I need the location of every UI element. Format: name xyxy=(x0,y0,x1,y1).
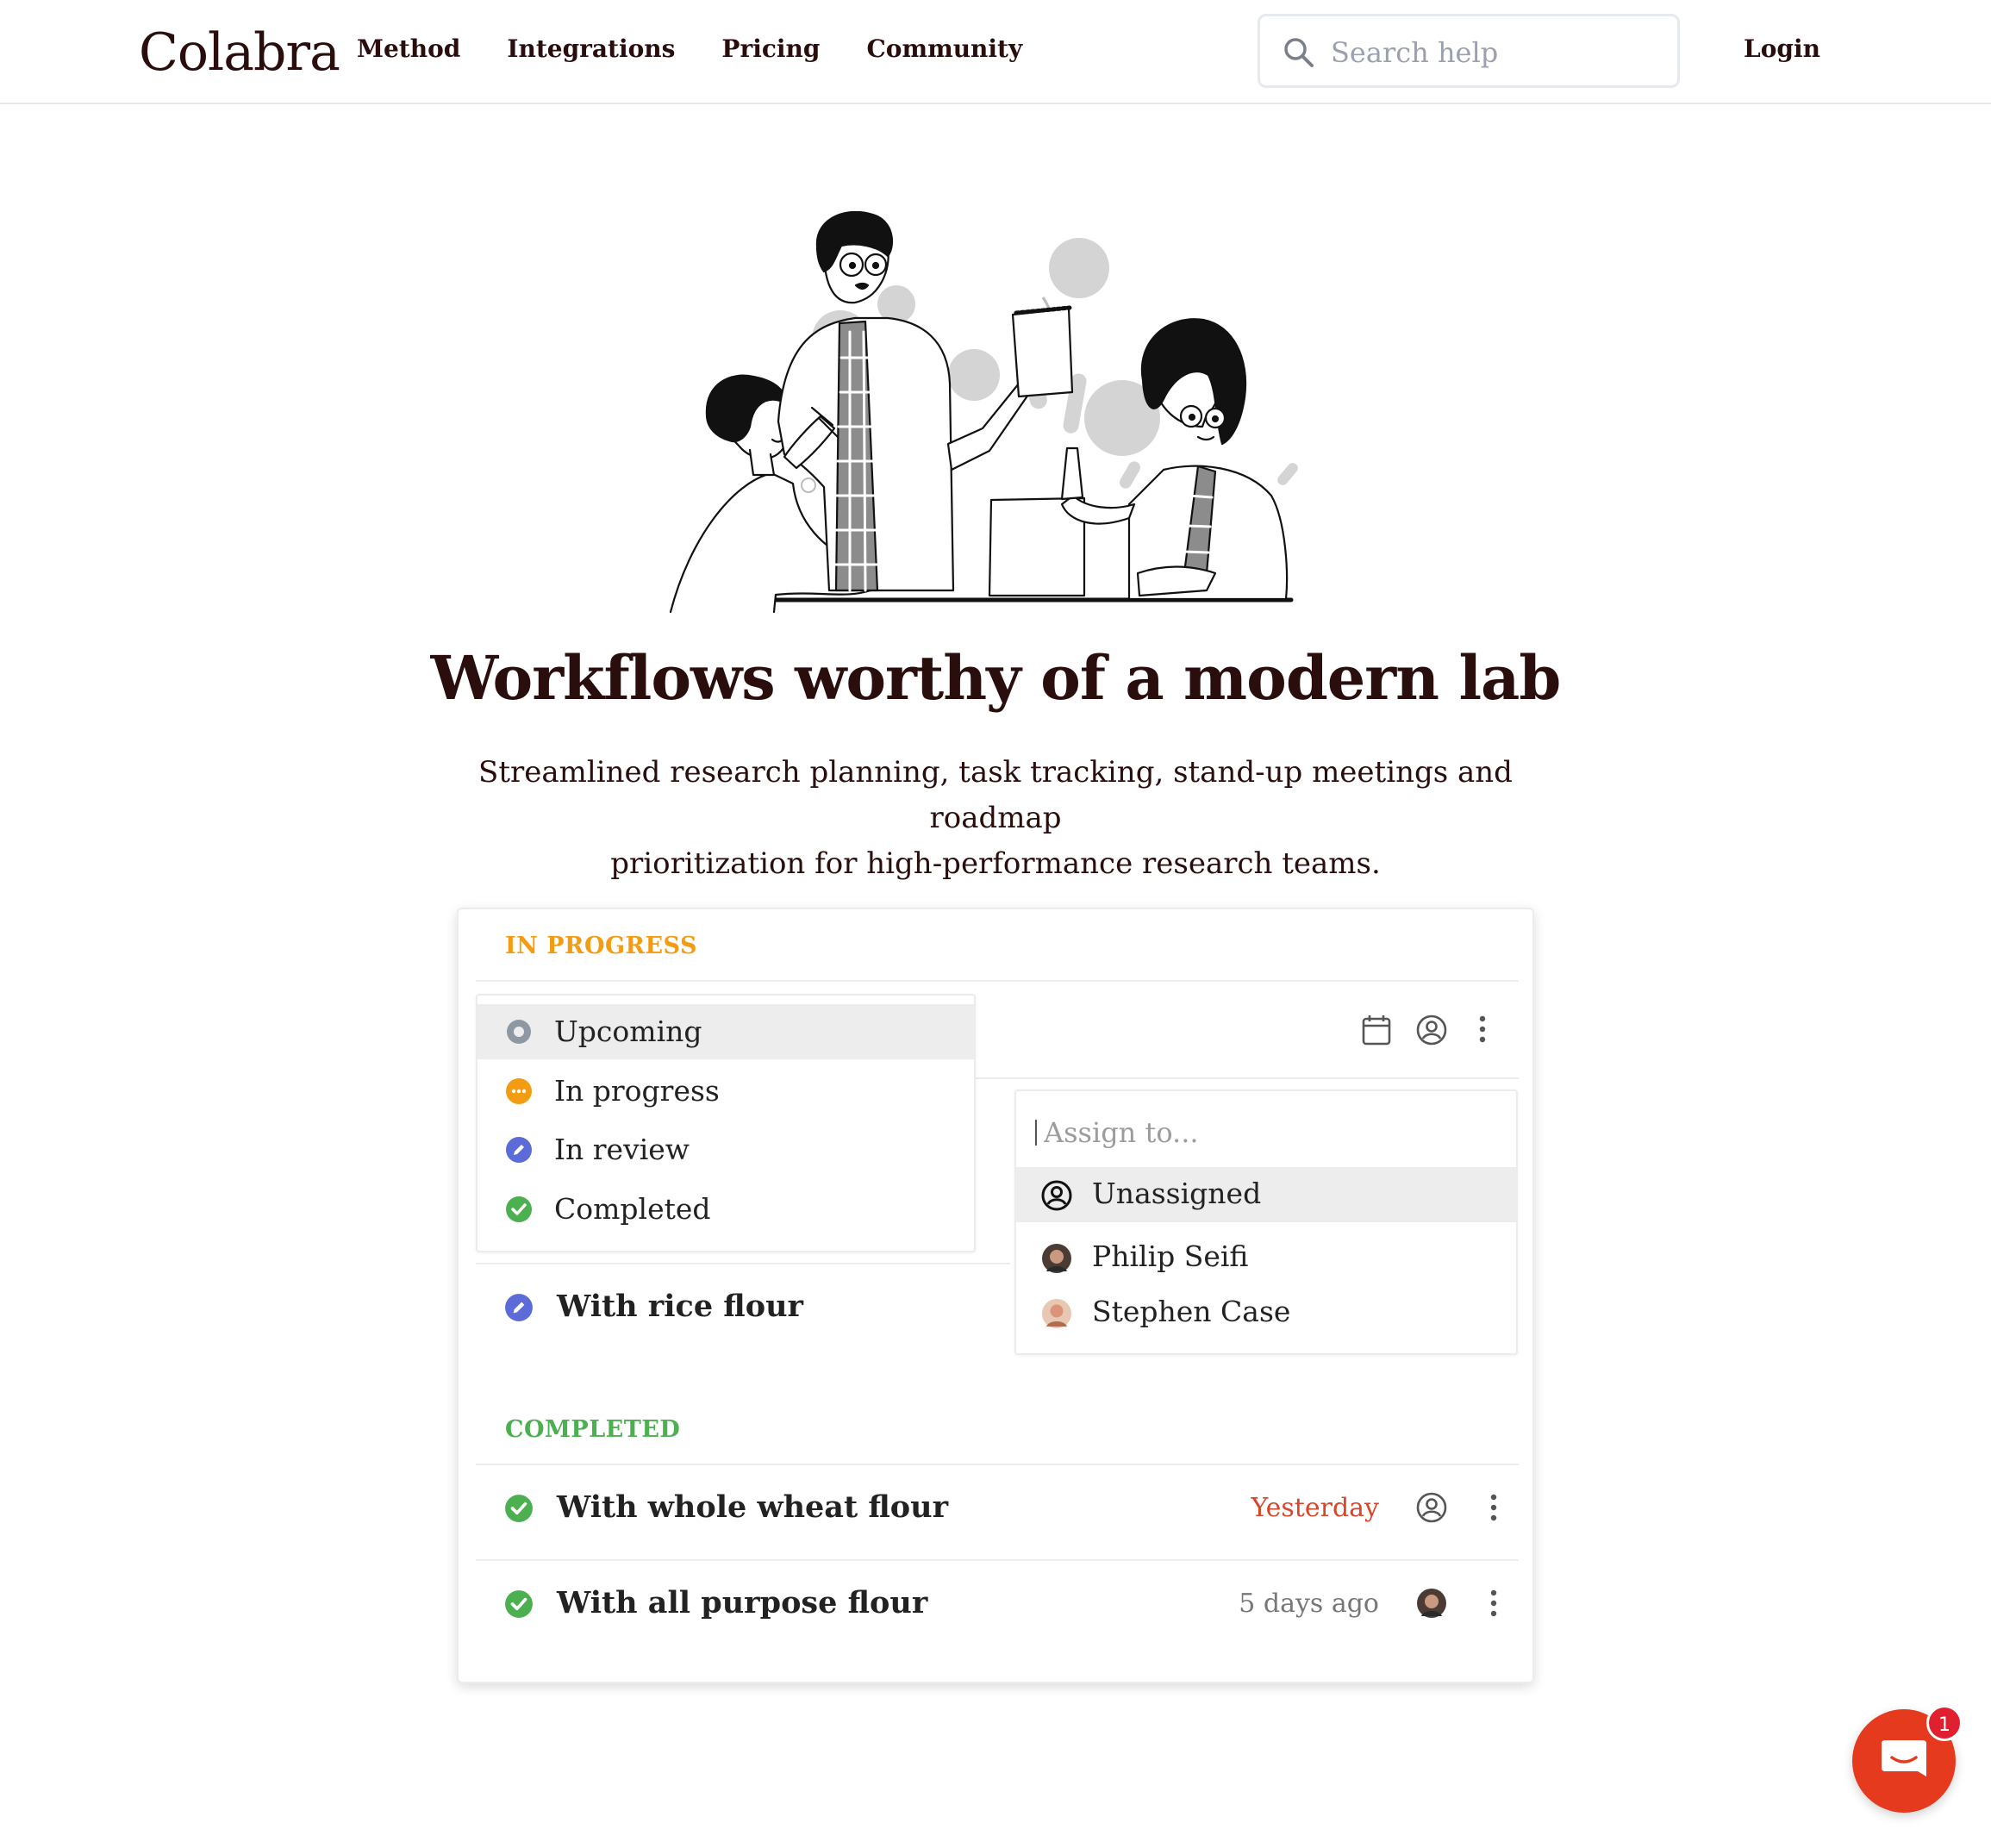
chat-icon xyxy=(1882,1740,1926,1776)
scientists-illustration xyxy=(669,211,1298,614)
status-option-label: In review xyxy=(554,1133,690,1166)
due-date[interactable]: Yesterday xyxy=(1251,1493,1379,1523)
task-title: With all purpose flour xyxy=(557,1585,928,1620)
colabra-logo[interactable]: Colabra xyxy=(139,22,340,83)
calendar-icon[interactable] xyxy=(1361,1014,1392,1046)
top-navigation-bar: Colabra Method Integrations Pricing Comm… xyxy=(0,0,1991,104)
task-row[interactable]: With all purpose flour 5 days ago xyxy=(476,1561,1519,1647)
task-title: With rice flour xyxy=(557,1289,803,1324)
status-option-completed[interactable]: Completed xyxy=(477,1182,974,1237)
avatar xyxy=(1042,1244,1071,1273)
nav-community[interactable]: Community xyxy=(866,34,1022,63)
assign-option-stephen-case[interactable]: Stephen Case xyxy=(1016,1285,1516,1340)
status-option-label: Upcoming xyxy=(554,1015,702,1048)
login-link[interactable]: Login xyxy=(1744,34,1820,63)
status-dropdown: Upcoming In progress In review Completed xyxy=(476,994,976,1252)
search-icon xyxy=(1284,38,1314,67)
status-option-label: In progress xyxy=(554,1074,720,1108)
task-title: With whole wheat flour xyxy=(557,1489,949,1525)
more-options-icon[interactable] xyxy=(1489,1589,1498,1618)
nav-pricing[interactable]: Pricing xyxy=(721,34,820,63)
hero-subtitle-line-2: prioritization for high-performance rese… xyxy=(610,846,1381,881)
assign-dropdown: Unassigned Philip Seifi Stephen Case xyxy=(1014,1089,1518,1355)
assignee-icon[interactable] xyxy=(1415,1491,1448,1524)
avatar xyxy=(1042,1299,1071,1328)
more-options-icon[interactable] xyxy=(1489,1493,1498,1522)
pencil-status-icon xyxy=(506,1137,532,1163)
completed-heading: COMPLETED xyxy=(505,1416,681,1443)
in-progress-heading: IN PROGRESS xyxy=(505,933,697,959)
due-date[interactable]: 5 days ago xyxy=(1239,1589,1379,1619)
assignee-icon[interactable] xyxy=(1415,1014,1448,1046)
assign-option-label: Unassigned xyxy=(1092,1177,1262,1210)
assign-input[interactable] xyxy=(1042,1108,1494,1157)
status-option-label: Completed xyxy=(554,1192,711,1226)
pencil-status-icon[interactable] xyxy=(504,1293,534,1322)
task-row[interactable]: With whole wheat flour Yesterday xyxy=(476,1465,1519,1551)
nav-method[interactable]: Method xyxy=(357,34,460,63)
in-progress-status-icon xyxy=(506,1078,532,1104)
status-option-in-progress[interactable]: In progress xyxy=(477,1064,974,1119)
main-nav: Method Integrations Pricing Community xyxy=(357,34,1022,63)
status-option-upcoming[interactable]: Upcoming xyxy=(477,1004,974,1059)
search-box[interactable] xyxy=(1258,14,1680,88)
nav-integrations[interactable]: Integrations xyxy=(507,34,675,63)
hero-subtitle-line-1: Streamlined research planning, task trac… xyxy=(478,755,1513,835)
divider xyxy=(476,980,1519,982)
more-options-icon[interactable] xyxy=(1478,1015,1487,1044)
check-status-icon xyxy=(506,1196,532,1222)
user-circle-icon xyxy=(1041,1180,1072,1211)
upcoming-status-icon xyxy=(507,1020,531,1044)
hero-subtitle: Streamlined research planning, task trac… xyxy=(414,750,1577,887)
text-cursor xyxy=(1035,1120,1037,1146)
task-board-preview: IN PROGRESS Upcoming In progress In revi… xyxy=(457,908,1534,1683)
hero-title: Workflows worthy of a modern lab xyxy=(430,642,1562,714)
search-input[interactable] xyxy=(1329,28,1669,77)
divider xyxy=(976,1077,1519,1079)
assign-option-label: Philip Seifi xyxy=(1092,1239,1249,1273)
check-status-icon[interactable] xyxy=(504,1589,534,1619)
status-option-in-review[interactable]: In review xyxy=(477,1122,974,1177)
assign-option-label: Stephen Case xyxy=(1092,1295,1291,1328)
assign-option-unassigned[interactable]: Unassigned xyxy=(1016,1167,1516,1222)
notification-badge: 1 xyxy=(1926,1705,1963,1741)
check-status-icon[interactable] xyxy=(504,1494,534,1523)
assign-option-philip-seifi[interactable]: Philip Seifi xyxy=(1016,1230,1516,1285)
avatar[interactable] xyxy=(1415,1587,1448,1620)
